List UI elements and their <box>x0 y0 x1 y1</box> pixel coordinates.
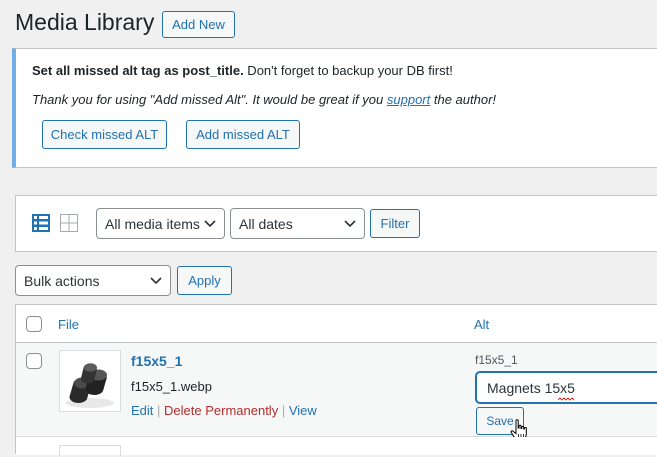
bulk-actions-select[interactable]: Bulk actions <box>15 265 171 296</box>
delete-permanently-link[interactable]: Delete Permanently <box>164 403 278 418</box>
media-type-select[interactable]: All media items <box>96 208 225 239</box>
add-missed-alt-button[interactable]: Add missed ALT <box>186 120 300 149</box>
notice-rest-text: Don't forget to backup your DB first! <box>243 63 453 78</box>
table-row: f15x5_1 f15x5_1.webp Edit | Delete Perma… <box>16 343 657 440</box>
support-link[interactable]: support <box>387 92 430 107</box>
admin-notice: Set all missed alt tag as post_title. Do… <box>12 48 657 168</box>
row-checkbox[interactable] <box>26 353 42 369</box>
alt-text-input[interactable]: Magnets 15x5 <box>476 372 657 403</box>
notice-thanks-pre: Thank you for using "Add missed Alt". It… <box>32 92 387 107</box>
view-link[interactable]: View <box>289 403 317 418</box>
notice-thanks: Thank you for using "Add missed Alt". It… <box>32 92 496 107</box>
apply-button[interactable]: Apply <box>177 266 232 295</box>
bulk-actions-selected: Bulk actions <box>24 272 100 289</box>
chevron-down-icon <box>344 219 356 227</box>
select-all-checkbox[interactable] <box>26 316 42 332</box>
check-missed-alt-button[interactable]: Check missed ALT <box>42 120 167 149</box>
list-view-icon[interactable] <box>32 214 50 237</box>
filter-button[interactable]: Filter <box>370 209 420 238</box>
notice-thanks-post: the author! <box>430 92 497 107</box>
column-header-file[interactable]: File <box>58 317 79 332</box>
media-filename: f15x5_1.webp <box>131 379 212 394</box>
grid-view-icon[interactable] <box>60 214 78 237</box>
current-alt-text: f15x5_1 <box>475 353 518 367</box>
date-select[interactable]: All dates <box>230 208 365 239</box>
media-title-link[interactable]: f15x5_1 <box>131 353 182 369</box>
spellcheck-underline-icon <box>558 397 574 401</box>
edit-link[interactable]: Edit <box>131 403 153 418</box>
table-header: File Alt <box>16 305 657 343</box>
row-actions: Edit | Delete Permanently | View <box>131 403 317 418</box>
page-title: Media Library <box>15 9 155 35</box>
notice-bold-text: Set all missed alt tag as post_title. <box>32 63 244 78</box>
table-row <box>16 437 657 457</box>
media-thumbnail[interactable] <box>59 350 121 412</box>
notice-message: Set all missed alt tag as post_title. Do… <box>32 63 453 78</box>
column-header-alt[interactable]: Alt <box>474 317 489 332</box>
date-selected: All dates <box>239 215 293 232</box>
chevron-down-icon <box>204 219 216 227</box>
chevron-down-icon <box>150 276 162 284</box>
add-new-button[interactable]: Add New <box>162 11 235 38</box>
media-thumbnail[interactable] <box>59 445 121 457</box>
media-toolbar: All media items All dates Filter <box>15 195 657 252</box>
alt-text-input-value: Magnets 15x5 <box>487 380 575 396</box>
media-table: File Alt f15x5_1 f15x5_1.webp Edit | Del… <box>15 304 657 457</box>
media-type-selected: All media items <box>105 215 200 232</box>
